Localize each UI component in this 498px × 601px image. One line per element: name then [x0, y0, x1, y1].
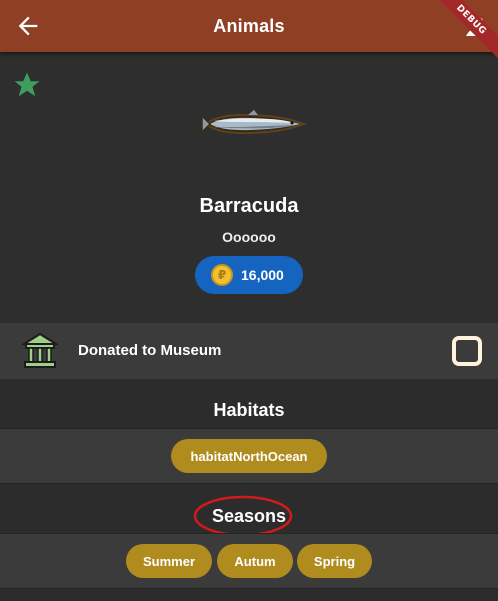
page-title: Animals: [213, 15, 285, 36]
donated-row[interactable]: Donated to Museum: [0, 323, 498, 379]
item-catchphrase: Oooooo: [222, 229, 276, 245]
price-value: 16,000: [241, 267, 284, 283]
seasons-chip-row: Summer Autum Spring: [0, 533, 498, 589]
app-bar: Animals: [0, 0, 498, 52]
habitats-title: Habitats: [213, 400, 285, 420]
habitat-chip[interactable]: habitatNorthOcean: [171, 439, 327, 473]
season-chip-spring[interactable]: Spring: [297, 544, 372, 578]
back-arrow-icon[interactable]: [14, 12, 42, 40]
museum-icon: [22, 332, 58, 368]
price-badge: ₽ 16,000: [195, 256, 303, 294]
donated-checkbox[interactable]: [452, 336, 482, 366]
item-header: Barracuda Oooooo ₽ 16,000: [0, 52, 498, 322]
donated-label: Donated to Museum: [78, 342, 222, 359]
item-name: Barracuda: [199, 195, 299, 217]
season-chip-summer[interactable]: Summer: [126, 544, 212, 578]
habitats-chip-row: habitatNorthOcean: [0, 428, 498, 484]
star-icon[interactable]: [12, 70, 42, 100]
bell-coin-icon: ₽: [211, 264, 233, 286]
fish-icon: [201, 110, 308, 135]
seasons-title: Seasons: [211, 506, 287, 526]
season-chip-autum[interactable]: Autum: [217, 544, 293, 578]
